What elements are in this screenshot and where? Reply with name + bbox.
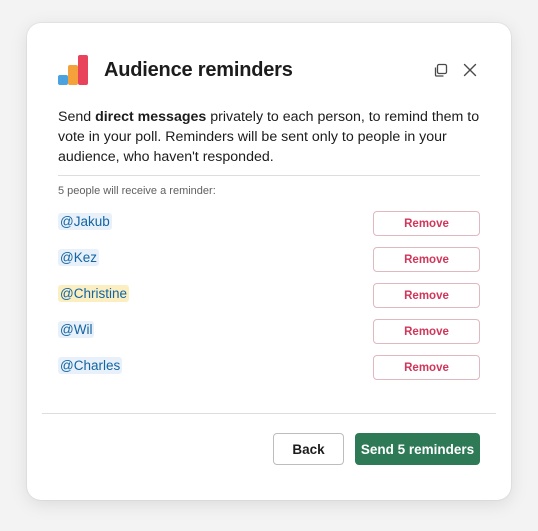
recipient-count: 5 people will receive a reminder:	[58, 185, 216, 197]
popout-icon	[434, 63, 447, 77]
intro-text: Send direct messages privately to each p…	[58, 107, 483, 167]
modal-header: Audience reminders	[58, 53, 481, 87]
intro-bold: direct messages	[95, 109, 207, 125]
user-mention-highlighted[interactable]: @Christine	[58, 285, 129, 302]
logo-bar-medium	[68, 65, 78, 85]
modal-title: Audience reminders	[104, 58, 293, 81]
intro-prefix: Send	[58, 109, 96, 125]
logo-bar-tall	[78, 55, 88, 85]
close-button[interactable]	[459, 59, 481, 81]
send-reminders-button[interactable]: Send 5 reminders	[355, 433, 480, 465]
remove-button[interactable]: Remove	[373, 247, 480, 272]
back-button[interactable]: Back	[273, 433, 344, 465]
recipient-row: @Charles Remove	[58, 355, 480, 381]
popout-button[interactable]	[429, 59, 451, 81]
user-mention[interactable]: @Charles	[58, 357, 123, 374]
poll-bars-logo	[58, 55, 88, 85]
remove-button[interactable]: Remove	[373, 355, 480, 380]
footer-divider	[42, 413, 496, 414]
recipient-row: @Wil Remove	[58, 319, 480, 345]
remove-button[interactable]: Remove	[373, 319, 480, 344]
recipient-row: @Kez Remove	[58, 247, 480, 273]
recipient-row: @Christine Remove	[58, 283, 480, 309]
user-mention[interactable]: @Wil	[58, 321, 95, 338]
remove-button[interactable]: Remove	[373, 283, 480, 308]
user-mention[interactable]: @Kez	[58, 249, 99, 266]
close-icon	[463, 63, 477, 77]
audience-reminders-modal: Audience reminders Send direct messages …	[27, 23, 511, 500]
remove-button[interactable]: Remove	[373, 211, 480, 236]
recipient-row: @Jakub Remove	[58, 211, 480, 237]
divider	[58, 175, 480, 176]
logo-bar-short	[58, 75, 68, 85]
user-mention[interactable]: @Jakub	[58, 213, 112, 230]
